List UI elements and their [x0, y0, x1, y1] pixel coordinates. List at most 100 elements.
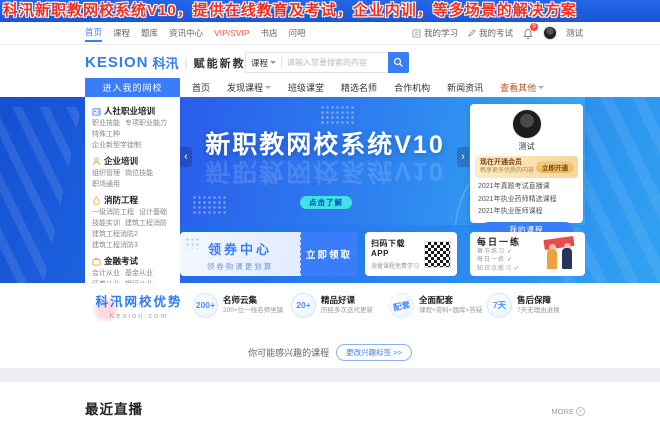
search-button[interactable] — [388, 52, 409, 73]
user-card: 测试 现在开通会员 畅享更多优质的内容 立即开通 2021年真题考试直播课 20… — [470, 104, 583, 237]
top-nav-news-center[interactable]: 资讯中心 — [169, 26, 203, 40]
category-sub-link[interactable]: 专项职业能力 — [125, 119, 167, 129]
category-sub-link[interactable]: 银行从业 — [125, 280, 153, 283]
user-card-avatar[interactable] — [511, 109, 542, 139]
category-sub-link[interactable]: 技能实训 — [92, 219, 120, 229]
category-title[interactable]: 消防工程 — [104, 194, 138, 206]
promo-banner: 科汛新职教网校系统V10，提供在线教育及考试，企业内训，等多场景的解决方案 — [0, 0, 660, 22]
avatar[interactable] — [542, 26, 557, 40]
notification-badge: 9 — [529, 23, 538, 31]
main-nav: 进入我的网校 首页 发现课程 班级课堂 精选名师 合作机构 新闻资讯 查看其他 — [0, 78, 660, 97]
top-nav-question-bank[interactable]: 题库 — [141, 26, 158, 40]
main-nav-featured-teachers[interactable]: 精选名师 — [341, 81, 377, 94]
top-nav-links: 首页 课程 题库 资讯中心 VIP/SVIP 书店 问吧 — [85, 25, 306, 42]
coupon-claim-button[interactable]: 立即领取 — [300, 232, 357, 276]
app-download-title: 扫码下载APP — [371, 239, 405, 258]
book-icon — [412, 28, 421, 38]
main-nav-news[interactable]: 新闻资讯 — [447, 81, 483, 94]
my-exam-label: 我的考试 — [478, 28, 513, 38]
top-nav-home[interactable]: 首页 — [85, 25, 103, 42]
logo[interactable]: KESION 科汛 | 赋能新教育 — [85, 53, 259, 72]
interest-row: 你可能感兴趣的课程 更改兴趣标签 >> — [0, 344, 660, 361]
category-sub-link[interactable]: 一级消防工程 — [92, 208, 134, 218]
main-nav-links: 首页 发现课程 班级课堂 精选名师 合作机构 新闻资讯 查看其他 — [192, 78, 545, 97]
qr-code — [424, 240, 451, 268]
cheering-people-illustration — [540, 235, 578, 273]
category-sub-link[interactable]: 建筑工程消防3 — [92, 241, 138, 251]
pencil-icon — [467, 28, 476, 37]
daily-practice-item[interactable]: 每日一练 ✓ — [477, 256, 540, 265]
top-nav-bookstore[interactable]: 书店 — [261, 26, 278, 40]
category-title[interactable]: 企业培训 — [104, 155, 138, 167]
category-sub-link[interactable]: 基金从业 — [125, 269, 153, 279]
user-course-link[interactable]: 2021年真题考试直播课 — [478, 181, 575, 194]
username[interactable]: 测试 — [566, 27, 583, 39]
top-nav-courses[interactable]: 课程 — [113, 26, 130, 40]
category-title[interactable]: 人社职业培训 — [104, 105, 155, 117]
advantage-badge: 7天 — [487, 292, 512, 318]
top-nav-qa[interactable]: 问吧 — [289, 26, 306, 40]
category-sub-link[interactable]: 岗位技能 — [125, 169, 153, 179]
category-enterprise: 企业培训 组织管理 岗位技能 职场通用 — [92, 155, 173, 190]
category-sub-link[interactable]: 职业技能 — [92, 119, 120, 129]
advantage-courses: 20+ 精品好课 历经多次迭代更新 — [291, 292, 389, 318]
vip-open-button[interactable]: 立即开通 — [536, 161, 574, 173]
chevron-down-icon — [270, 61, 277, 64]
category-sub-link[interactable]: 组织管理 — [92, 169, 120, 179]
check-icon: ✓ — [507, 257, 514, 264]
user-course-link[interactable]: 2021年执业医师课程 — [478, 206, 575, 219]
interest-text: 你可能感兴趣的课程 — [248, 348, 330, 358]
top-nav: 首页 课程 题库 资讯中心 VIP/SVIP 书店 问吧 我的学习 我的考试 9… — [0, 22, 660, 45]
daily-practice-item[interactable]: 知识点练习 ✓ — [477, 265, 540, 274]
category-sub-link[interactable]: 建筑工程消防2 — [92, 230, 138, 240]
enter-my-school-button[interactable]: 进入我的网校 — [85, 78, 180, 97]
category-sub-link[interactable]: 建筑工程消防 — [125, 219, 167, 229]
category-sub-link[interactable]: 企业新型学徒制 — [92, 141, 141, 151]
carousel-next-button[interactable]: › — [457, 147, 469, 167]
category-sub-link[interactable]: 设计基础 — [139, 208, 167, 218]
section-separator-band — [0, 368, 660, 382]
change-interest-tags-button[interactable]: 更改兴趣标签 >> — [336, 344, 412, 361]
app-download-subtitle: 海量课程免费学习 — [371, 264, 420, 270]
category-sub-link[interactable]: 会计从业 — [92, 269, 120, 279]
category-sub-link[interactable]: 特殊工种 — [92, 130, 120, 140]
category-fire-engineering: 消防工程 一级消防工程 设计基础 技能实训 建筑工程消防 建筑工程消防2 建筑工… — [92, 194, 173, 251]
more-link[interactable]: MORE › — [552, 407, 585, 416]
recent-live-title: 最近直播 — [85, 402, 143, 417]
coupon-title: 领券中心 — [207, 242, 272, 257]
top-nav-user-area: 我的学习 我的考试 9 测试 — [412, 23, 583, 40]
flame-icon — [93, 195, 100, 205]
main-nav-home[interactable]: 首页 — [192, 81, 210, 94]
daily-practice-item[interactable]: 章节练习 ✓ — [477, 248, 540, 257]
top-nav-vip[interactable]: VIP/SVIP — [214, 26, 249, 40]
advantages-title: 科汛网校优势 — [95, 294, 183, 309]
banner-cta-button[interactable]: 点击了解 — [300, 196, 352, 209]
chevron-down-icon — [265, 86, 272, 89]
my-learning-link[interactable]: 我的学习 — [412, 27, 458, 39]
main-nav-more[interactable]: 查看其他 — [500, 81, 545, 94]
user-course-link[interactable]: 2021年执业药师精选课程 — [478, 194, 575, 207]
advantage-guarantee: 7天 售后保障 7天无理由退换 — [487, 292, 585, 318]
notifications-button[interactable]: 9 — [522, 23, 538, 39]
advantage-teachers: 200+ 名师云集 200+位一线名师坐镇 — [193, 292, 291, 318]
daily-practice-title: 每日一练 — [477, 236, 522, 247]
main-nav-discover-courses[interactable]: 发现课程 — [227, 81, 272, 94]
category-vocational: 人社职业培训 职业技能 专项职业能力 特殊工种 企业新型学徒制 — [92, 105, 173, 151]
promo-banner-text: 科汛新职教网校系统V10，提供在线教育及考试，企业内训，等多场景的解决方案 — [3, 2, 577, 19]
main-nav-class-room[interactable]: 班级课堂 — [288, 81, 324, 94]
search-icon — [393, 57, 403, 67]
coupon-subtitle: 领券购课更划算 — [206, 262, 274, 271]
main-nav-partners[interactable]: 合作机构 — [394, 81, 430, 94]
carousel-prev-button[interactable]: ‹ — [180, 147, 192, 167]
category-sub-link[interactable]: 职场通用 — [92, 180, 120, 190]
search-input[interactable] — [282, 58, 388, 67]
logo-en-text: KESION — [85, 54, 149, 71]
search-category-dropdown[interactable]: 课程 — [246, 57, 281, 69]
category-title[interactable]: 金融考试 — [104, 255, 138, 267]
banner-dots-decoration — [320, 105, 354, 125]
category-sub-link[interactable]: 证券从业 — [92, 280, 120, 283]
page: 科汛新职教网校系统V10，提供在线教育及考试，企业内训，等多场景的解决方案 首页… — [0, 0, 660, 421]
search-box: 课程 — [245, 52, 388, 73]
advantage-title: 售后保障 — [517, 295, 552, 305]
my-exam-link[interactable]: 我的考试 — [467, 27, 513, 39]
